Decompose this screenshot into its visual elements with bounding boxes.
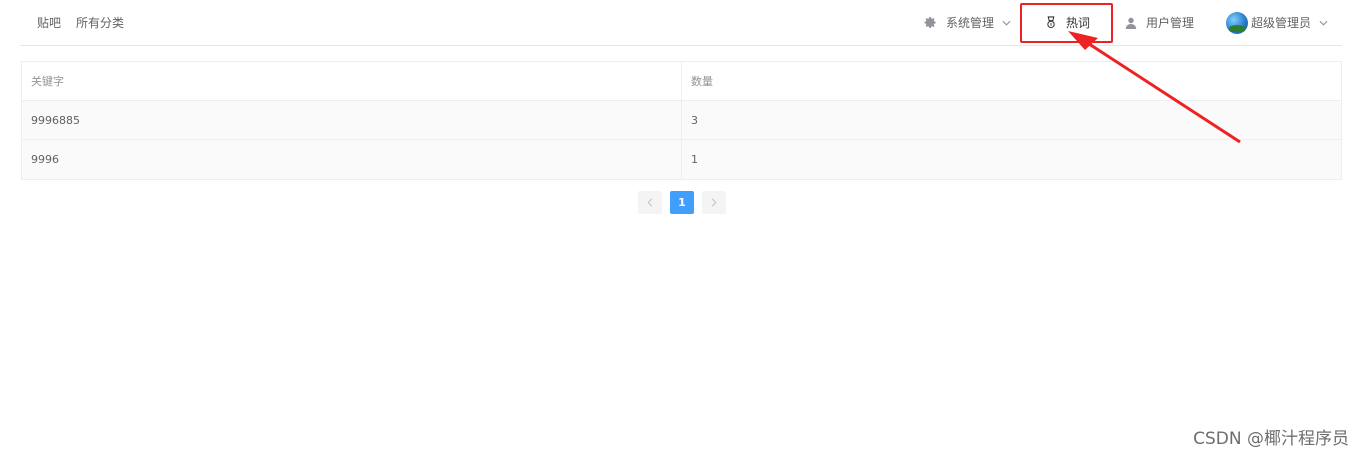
cell-keyword: 9996885 <box>22 101 682 139</box>
pagination: 1 <box>638 191 726 214</box>
user-management-label: 用户管理 <box>1146 16 1195 30</box>
top-navbar: 贴吧 所有分类 系统管理 热词 用户管理 超级管理员 <box>20 0 1342 46</box>
nav-item-user-management[interactable]: 用户管理 <box>1125 0 1194 45</box>
next-page-button[interactable] <box>702 191 726 214</box>
table-header-row: 关键字 数量 <box>22 62 1341 101</box>
nav-item-tieba[interactable]: 贴吧 <box>37 14 61 31</box>
cell-keyword: 9996 <box>22 140 682 179</box>
cell-count: 1 <box>691 153 698 166</box>
table-row: 9996 1 <box>22 140 1341 179</box>
header-keyword[interactable]: 关键字 <box>22 62 682 100</box>
page: 贴吧 所有分类 系统管理 热词 用户管理 超级管理员 关键字 数量 999688… <box>0 0 1365 454</box>
chevron-down-icon <box>1002 20 1011 26</box>
account-name: 超级管理员 <box>1251 16 1312 30</box>
table-row: 9996885 3 <box>22 101 1341 140</box>
nav-item-account[interactable]: 超级管理员 <box>1226 0 1328 45</box>
chevron-down-icon <box>1319 20 1328 26</box>
prev-page-button[interactable] <box>638 191 662 214</box>
page-number-button[interactable]: 1 <box>670 191 694 214</box>
cell-count: 3 <box>691 113 698 127</box>
nav-left: 贴吧 所有分类 <box>20 0 139 45</box>
header-count[interactable]: 数量 <box>682 62 1341 100</box>
avatar <box>1226 11 1248 34</box>
gear-icon <box>924 16 937 29</box>
nav-item-all-categories[interactable]: 所有分类 <box>76 14 124 31</box>
hot-words-table: 关键字 数量 9996885 3 9996 1 <box>21 61 1342 180</box>
nav-item-system-management[interactable]: 系统管理 <box>924 0 1011 45</box>
system-management-label: 系统管理 <box>946 16 995 30</box>
watermark: CSDN @椰汁程序员 <box>1193 429 1349 449</box>
user-icon <box>1125 17 1137 29</box>
annotation-highlight-box <box>1020 3 1113 43</box>
